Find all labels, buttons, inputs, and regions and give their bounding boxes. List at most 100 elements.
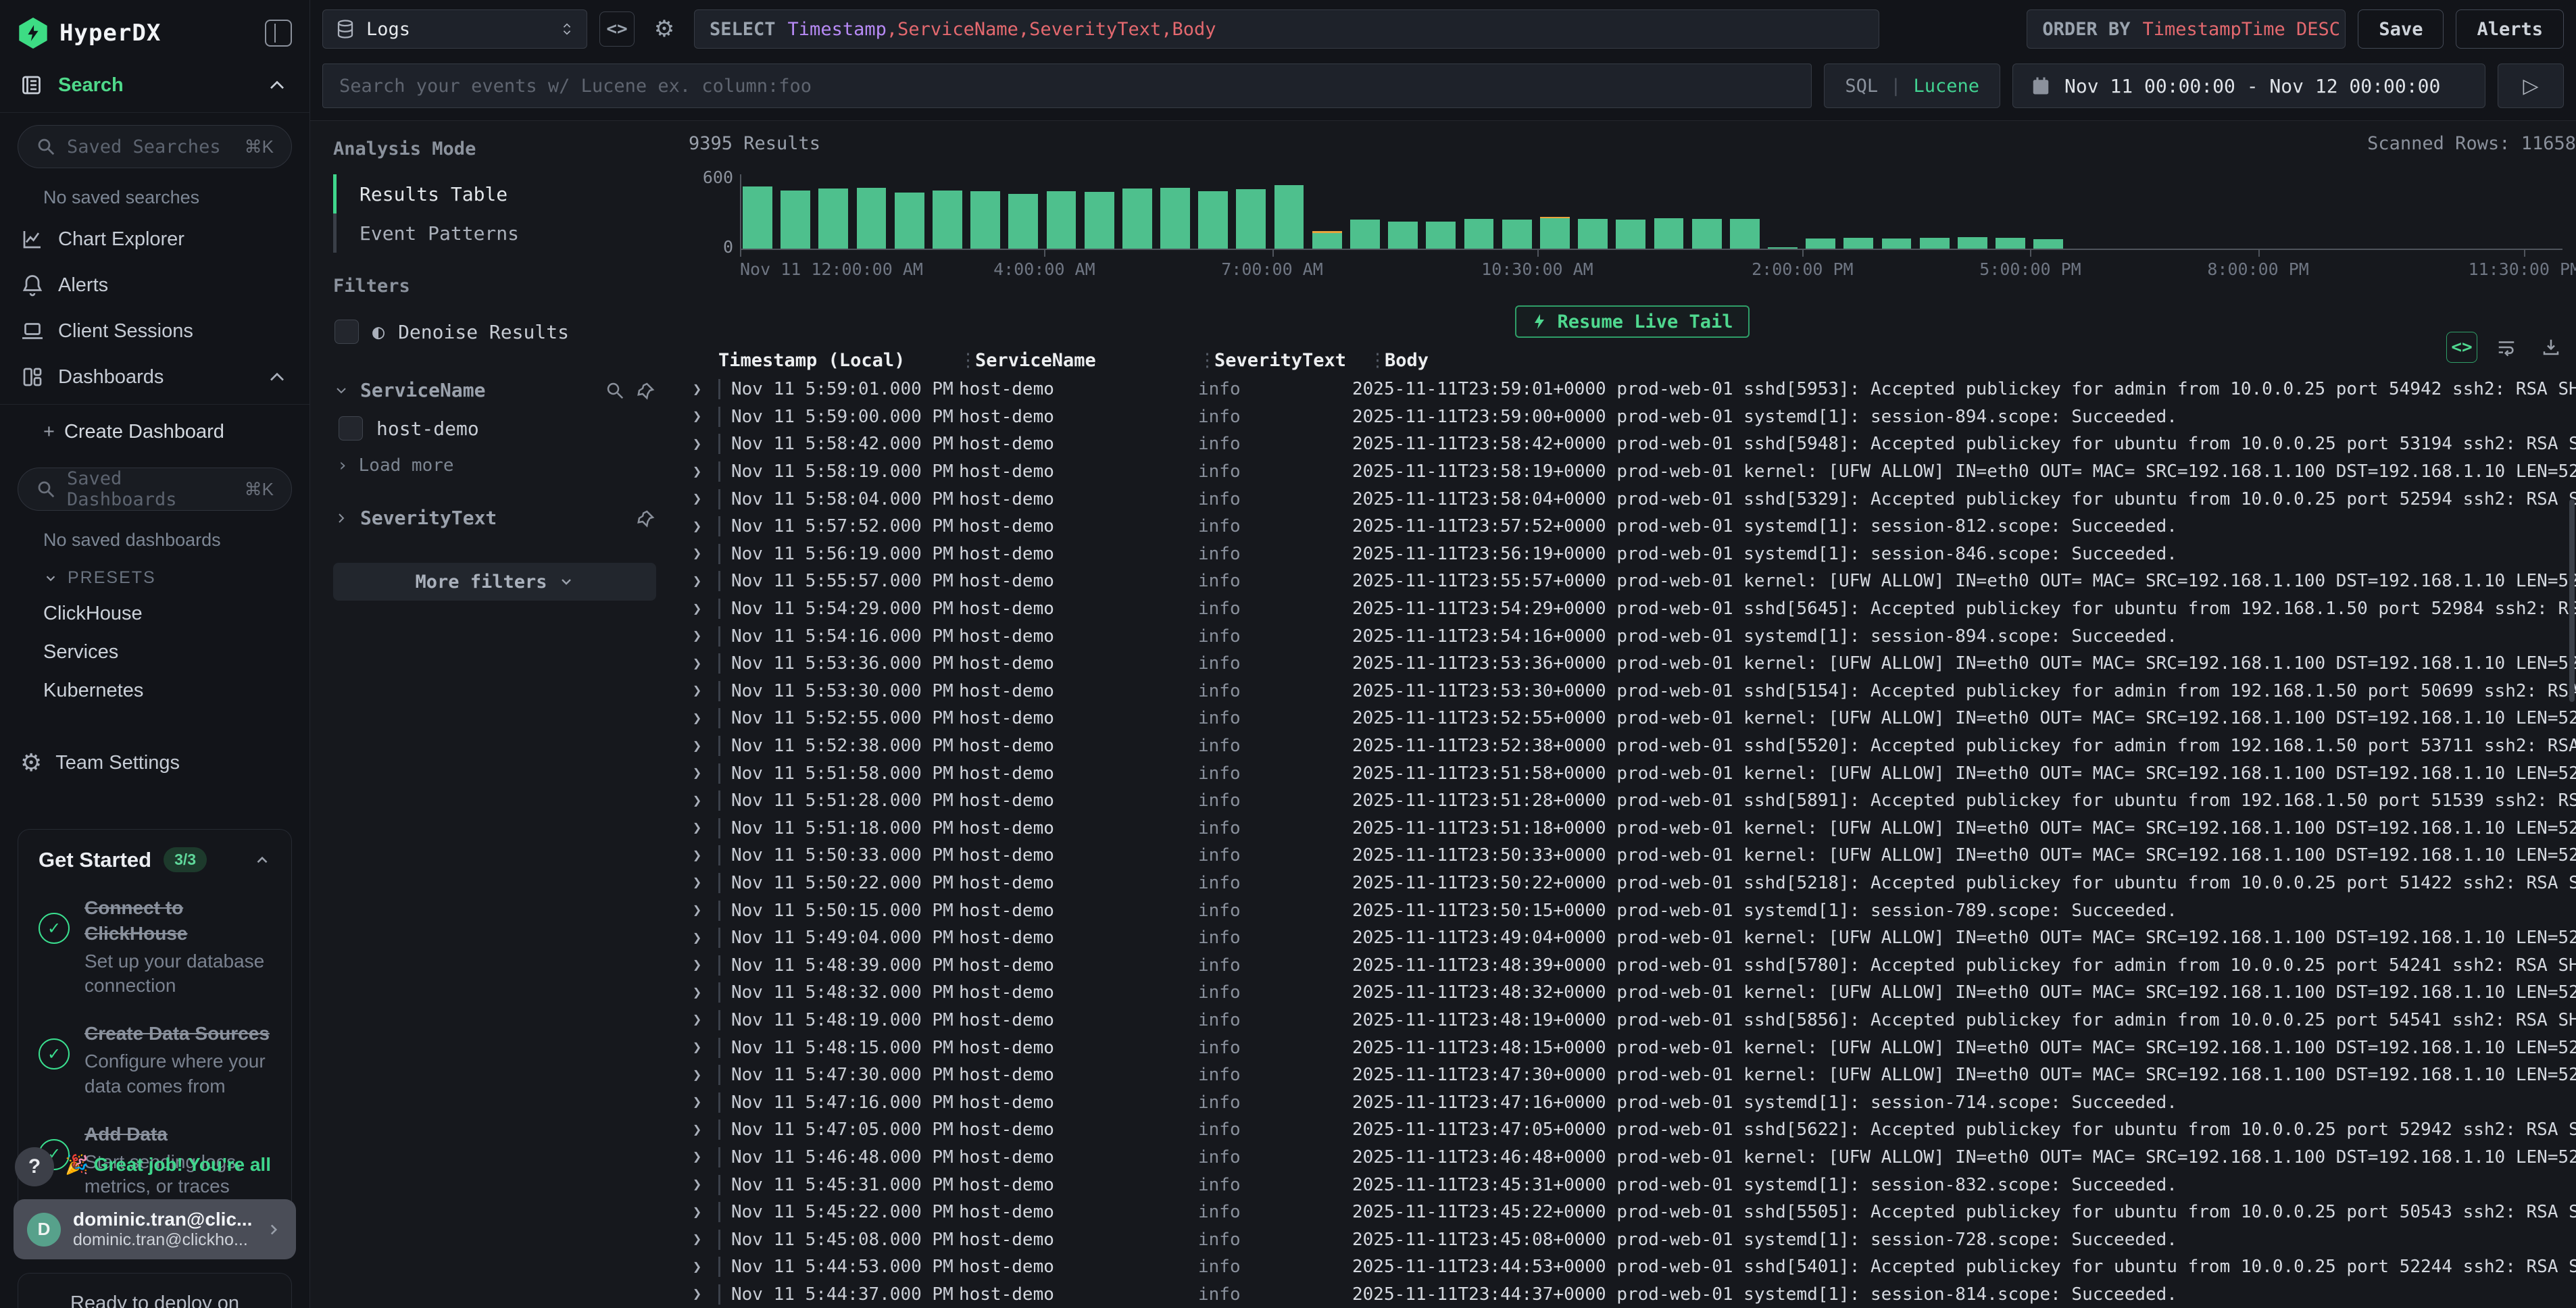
- date-range-picker[interactable]: Nov 11 00:00:00 - Nov 12 00:00:00: [2012, 64, 2485, 108]
- histogram-bar[interactable]: [1160, 188, 1190, 249]
- table-row[interactable]: ❯Nov 11 5:47:16.000 PMhost-demoinfo2025-…: [689, 1088, 2576, 1116]
- denoise-checkbox[interactable]: [335, 320, 359, 344]
- tab-event-patterns[interactable]: Event Patterns: [333, 213, 656, 253]
- histogram-bar[interactable]: [743, 186, 772, 249]
- get-started-item[interactable]: ✓Create Data SourcesConfigure where your…: [39, 1021, 271, 1099]
- table-row[interactable]: ❯Nov 11 5:49:04.000 PMhost-demoinfo2025-…: [689, 924, 2576, 952]
- source-select[interactable]: Logs: [322, 9, 587, 49]
- sidebar-item-search[interactable]: Search: [0, 62, 309, 108]
- column-resize-handle[interactable]: ⋮: [1368, 350, 1385, 371]
- table-row[interactable]: ❯Nov 11 5:50:33.000 PMhost-demoinfo2025-…: [689, 842, 2576, 870]
- help-button[interactable]: ?: [15, 1147, 54, 1186]
- table-row[interactable]: ❯Nov 11 5:44:37.000 PMhost-demoinfo2025-…: [689, 1281, 2576, 1308]
- filter-group-servicename[interactable]: ServiceName: [333, 372, 656, 408]
- column-header-severitytext[interactable]: SeverityText: [1214, 350, 1368, 371]
- histogram-bar[interactable]: [1236, 189, 1266, 249]
- saved-searches-input[interactable]: Saved Searches ⌘K: [18, 125, 292, 168]
- histogram-bar[interactable]: [1768, 247, 1798, 249]
- table-row[interactable]: ❯Nov 11 5:59:01.000 PMhost-demoinfo2025-…: [689, 376, 2576, 403]
- histogram-bar[interactable]: [1198, 191, 1228, 249]
- table-row[interactable]: ❯Nov 11 5:52:55.000 PMhost-demoinfo2025-…: [689, 705, 2576, 732]
- table-row[interactable]: ❯Nov 11 5:51:58.000 PMhost-demoinfo2025-…: [689, 759, 2576, 787]
- table-row[interactable]: ❯Nov 11 5:51:18.000 PMhost-demoinfo2025-…: [689, 815, 2576, 842]
- histogram-bar[interactable]: [857, 188, 887, 249]
- histogram-bar[interactable]: [1920, 238, 1950, 249]
- histogram-bar[interactable]: [1464, 219, 1494, 249]
- lucene-toggle[interactable]: Lucene: [1913, 76, 1979, 97]
- column-header-timestamp[interactable]: Timestamp (Local): [718, 350, 959, 371]
- alerts-button[interactable]: Alerts: [2456, 9, 2564, 49]
- source-settings-gear-icon[interactable]: ⚙: [647, 11, 682, 47]
- histogram-bar[interactable]: [1692, 219, 1722, 249]
- column-resize-handle[interactable]: ⋮: [959, 350, 975, 371]
- histogram-bar[interactable]: [1996, 238, 2025, 249]
- search-events-input[interactable]: Search your events w/ Lucene ex. column:…: [322, 64, 1812, 108]
- table-row[interactable]: ❯Nov 11 5:58:42.000 PMhost-demoinfo2025-…: [689, 430, 2576, 458]
- sidebar-item-alerts[interactable]: Alerts: [0, 262, 309, 308]
- table-row[interactable]: ❯Nov 11 5:47:05.000 PMhost-demoinfo2025-…: [689, 1116, 2576, 1144]
- table-row[interactable]: ❯Nov 11 5:48:15.000 PMhost-demoinfo2025-…: [689, 1034, 2576, 1061]
- table-row[interactable]: ❯Nov 11 5:46:48.000 PMhost-demoinfo2025-…: [689, 1144, 2576, 1172]
- column-header-body[interactable]: Body: [1385, 350, 2576, 371]
- download-button[interactable]: [2535, 332, 2567, 363]
- histogram-bar[interactable]: [1312, 233, 1342, 249]
- histogram-bar[interactable]: [1730, 219, 1760, 249]
- denoise-results-option[interactable]: ◐ Denoise Results: [333, 311, 656, 352]
- histogram-bar[interactable]: [1654, 218, 1684, 249]
- table-row[interactable]: ❯Nov 11 5:58:04.000 PMhost-demoinfo2025-…: [689, 485, 2576, 513]
- table-row[interactable]: ❯Nov 11 5:50:22.000 PMhost-demoinfo2025-…: [689, 870, 2576, 897]
- filter-option-host-demo[interactable]: host-demo: [333, 408, 656, 449]
- create-dashboard-button[interactable]: + Create Dashboard: [0, 409, 309, 455]
- histogram-bar[interactable]: [1350, 220, 1380, 249]
- run-query-button[interactable]: ▷: [2498, 64, 2564, 108]
- histogram-bar[interactable]: [933, 191, 962, 249]
- table-row[interactable]: ❯Nov 11 5:57:52.000 PMhost-demoinfo2025-…: [689, 513, 2576, 540]
- sidebar-collapse-icon[interactable]: [265, 20, 292, 47]
- search-icon[interactable]: [605, 380, 625, 401]
- table-row[interactable]: ❯Nov 11 5:53:30.000 PMhost-demoinfo2025-…: [689, 678, 2576, 705]
- histogram-bar[interactable]: [1388, 222, 1418, 249]
- preset-dashboard-services[interactable]: Services: [0, 633, 309, 672]
- query-language-toggle[interactable]: SQL | Lucene: [1824, 64, 2000, 108]
- histogram-bar[interactable]: [1616, 220, 1645, 249]
- table-row[interactable]: ❯Nov 11 5:48:19.000 PMhost-demoinfo2025-…: [689, 1007, 2576, 1034]
- code-view-button[interactable]: <>: [599, 11, 635, 47]
- histogram-bar[interactable]: [1122, 188, 1152, 249]
- histogram-bar[interactable]: [818, 188, 848, 249]
- pin-icon[interactable]: [636, 508, 656, 528]
- table-row[interactable]: ❯Nov 11 5:51:28.000 PMhost-demoinfo2025-…: [689, 787, 2576, 815]
- presets-toggle[interactable]: PRESETS: [0, 559, 309, 595]
- sidebar-item-chart-explorer[interactable]: Chart Explorer: [0, 216, 309, 262]
- histogram-bar[interactable]: [970, 191, 1000, 249]
- column-resize-handle[interactable]: ⋮: [1198, 350, 1214, 371]
- sidebar-item-team-settings[interactable]: ⚙ Team Settings: [0, 740, 309, 786]
- histogram-bar[interactable]: [1008, 194, 1038, 249]
- histogram-bar[interactable]: [1274, 185, 1304, 249]
- more-filters-button[interactable]: More filters: [333, 563, 656, 601]
- table-row[interactable]: ❯Nov 11 5:48:32.000 PMhost-demoinfo2025-…: [689, 979, 2576, 1007]
- histogram-bar[interactable]: [1085, 192, 1114, 249]
- tab-results-table[interactable]: Results Table: [333, 174, 656, 213]
- chevron-up-icon[interactable]: [253, 851, 271, 869]
- wrap-lines-button[interactable]: [2491, 332, 2522, 363]
- load-more-button[interactable]: › Load more: [333, 449, 656, 480]
- table-row[interactable]: ❯Nov 11 5:55:57.000 PMhost-demoinfo2025-…: [689, 568, 2576, 595]
- table-row[interactable]: ❯Nov 11 5:45:31.000 PMhost-demoinfo2025-…: [689, 1171, 2576, 1199]
- table-row[interactable]: ❯Nov 11 5:45:08.000 PMhost-demoinfo2025-…: [689, 1226, 2576, 1253]
- histogram-bar[interactable]: [1426, 222, 1456, 249]
- user-account-button[interactable]: D dominic.tran@clic... dominic.tran@clic…: [14, 1199, 296, 1259]
- pin-icon[interactable]: [636, 380, 656, 401]
- histogram-bar[interactable]: [1502, 220, 1532, 249]
- order-by-input[interactable]: ORDER BY TimestampTime DESC: [2027, 9, 2346, 49]
- histogram-bar[interactable]: [2033, 239, 2063, 249]
- column-header-servicename[interactable]: ServiceName: [975, 350, 1198, 371]
- table-row[interactable]: ❯Nov 11 5:45:22.000 PMhost-demoinfo2025-…: [689, 1199, 2576, 1226]
- sql-toggle[interactable]: SQL: [1845, 76, 1878, 97]
- table-row[interactable]: ❯Nov 11 5:50:15.000 PMhost-demoinfo2025-…: [689, 897, 2576, 924]
- host-demo-checkbox[interactable]: [339, 416, 363, 441]
- table-row[interactable]: ❯Nov 11 5:48:39.000 PMhost-demoinfo2025-…: [689, 951, 2576, 979]
- table-row[interactable]: ❯Nov 11 5:59:00.000 PMhost-demoinfo2025-…: [689, 403, 2576, 431]
- table-row[interactable]: ❯Nov 11 5:52:38.000 PMhost-demoinfo2025-…: [689, 732, 2576, 760]
- histogram-bar[interactable]: [1843, 238, 1873, 249]
- table-row[interactable]: ❯Nov 11 5:44:53.000 PMhost-demoinfo2025-…: [689, 1253, 2576, 1281]
